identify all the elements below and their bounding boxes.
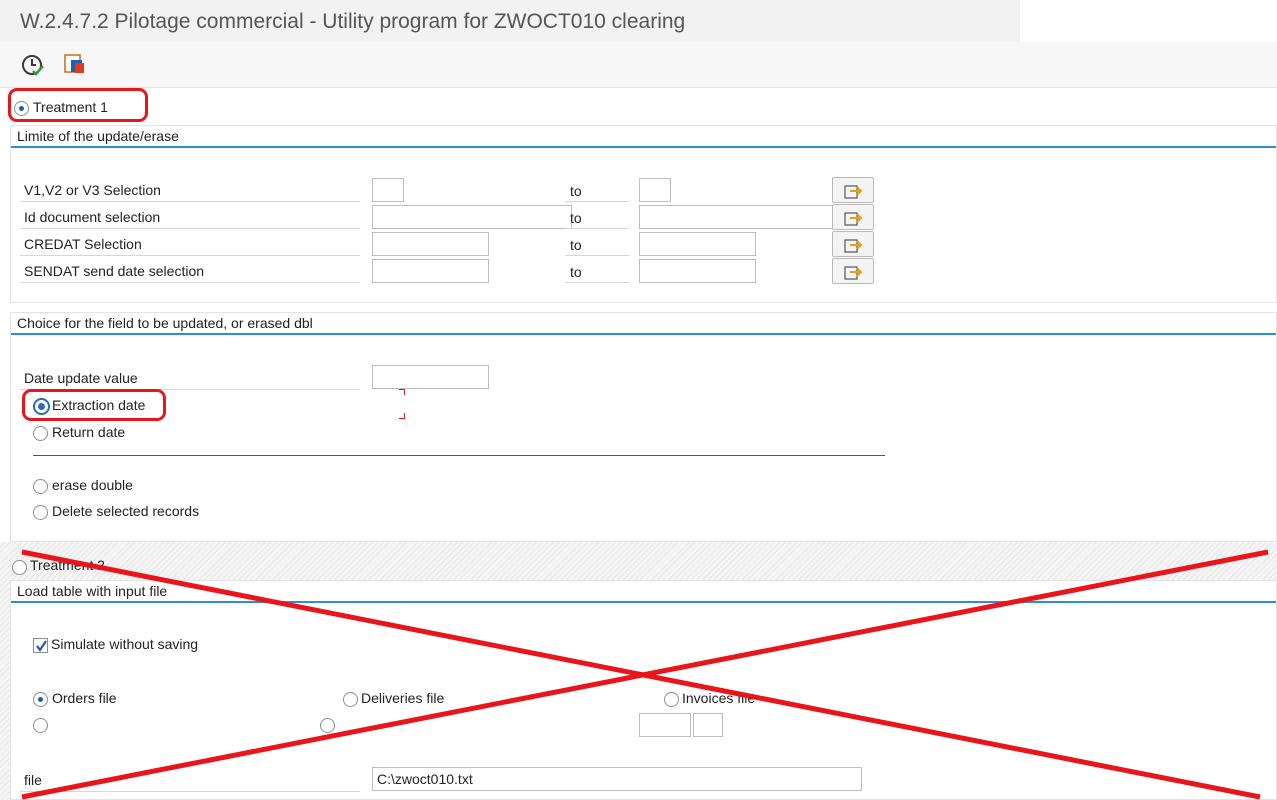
crossed-out-annotation: [21, 549, 1269, 800]
